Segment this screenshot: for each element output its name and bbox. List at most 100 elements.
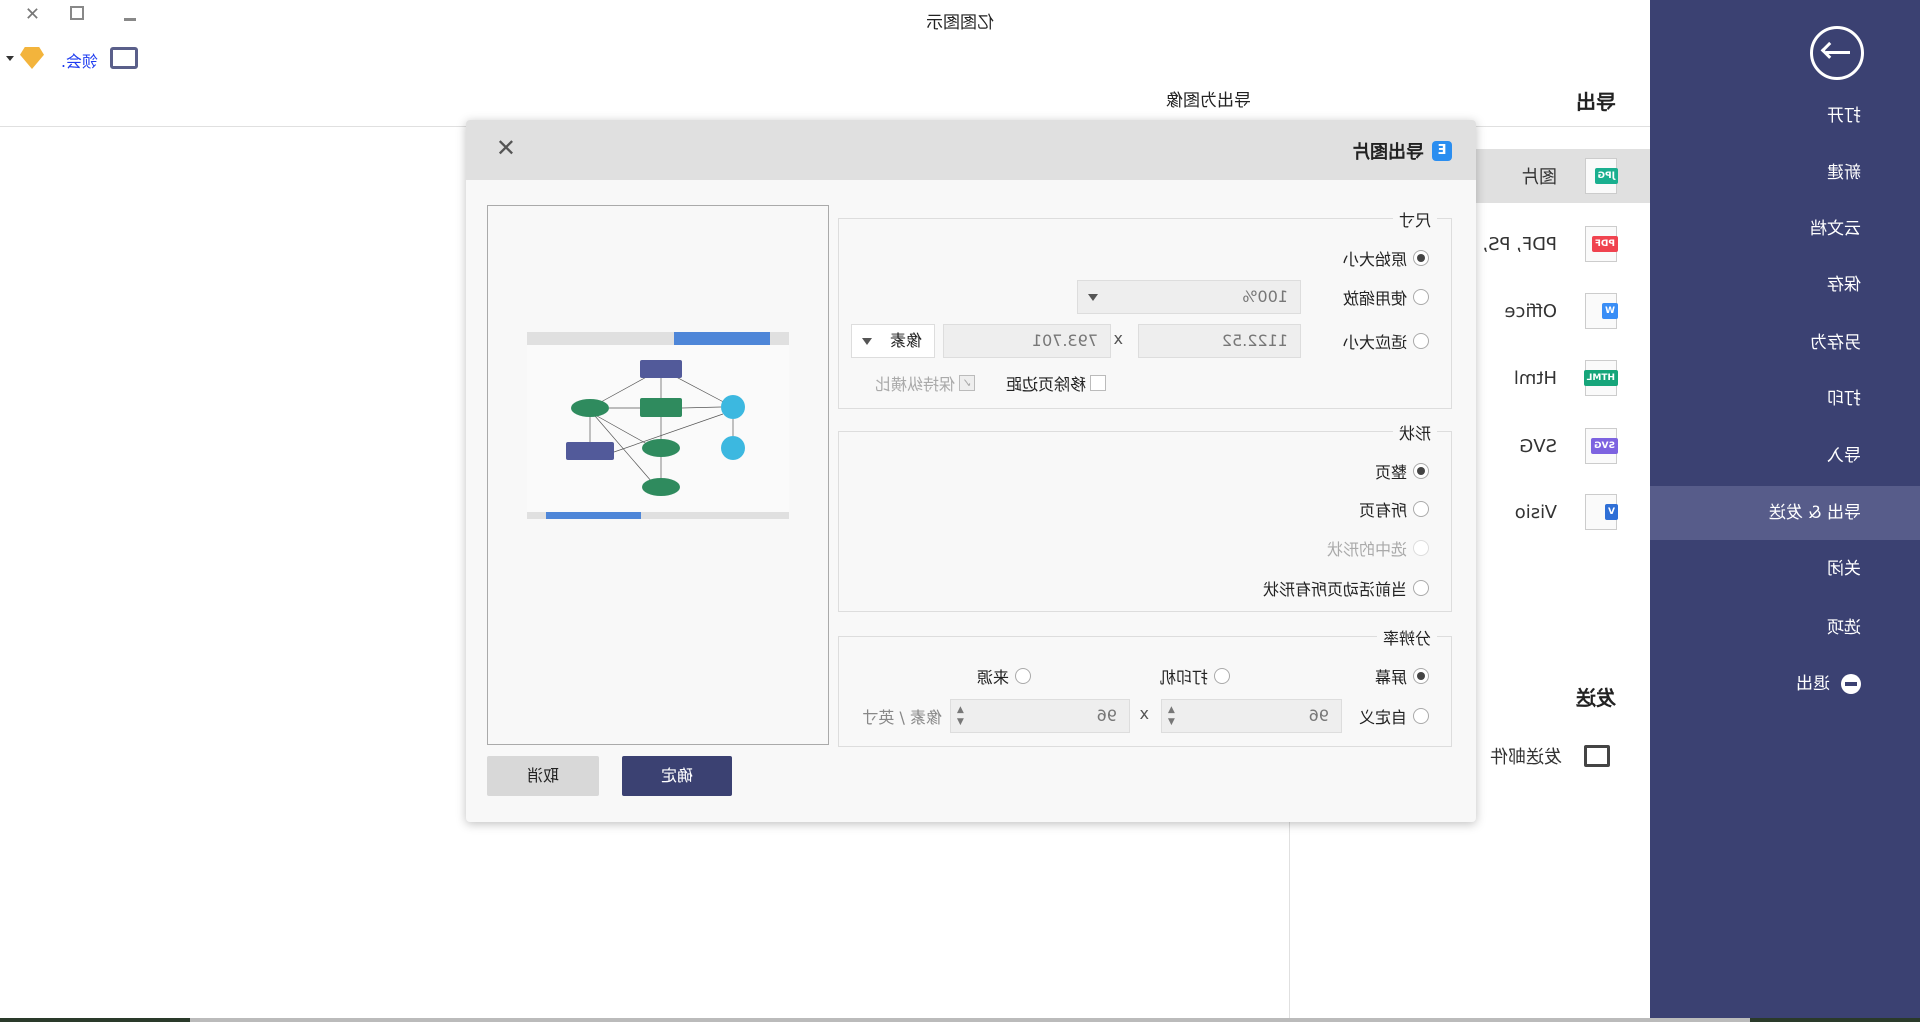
zoom-value: 100%: [1242, 287, 1288, 306]
pdf-file-icon: PDF: [1585, 226, 1618, 262]
resolution-printer-radio[interactable]: 打印机: [1160, 664, 1230, 688]
minus-circle-icon: [1841, 674, 1861, 694]
sidebar-item-export-send[interactable]: 导出 & 发送: [1650, 486, 1920, 540]
resolution-source-radio[interactable]: 来源: [977, 664, 1031, 688]
sidebar-item-open[interactable]: 打开: [1650, 89, 1920, 143]
size-zoom-radio[interactable]: 使用缩放: [1343, 285, 1429, 309]
preview-node: [721, 436, 745, 460]
preview-node: [640, 360, 682, 378]
sidebar-item-save-as[interactable]: 另存为: [1650, 316, 1920, 370]
minimize-icon[interactable]: [124, 18, 136, 21]
horizontal-scrollbar[interactable]: [190, 1018, 1750, 1022]
shape-whole-page-radio[interactable]: 整页: [1375, 459, 1429, 483]
width-input[interactable]: 1122.52: [1138, 324, 1301, 358]
back-arrow-icon[interactable]: [1810, 26, 1864, 80]
sidebar-item-cloud[interactable]: 云文档: [1650, 202, 1920, 256]
radio-label: 适应大小: [1342, 333, 1407, 352]
ok-button[interactable]: 确定: [622, 756, 732, 796]
chevron-down-icon: [862, 338, 872, 345]
preview-node: [640, 398, 682, 417]
radio-label: 所有页: [1358, 501, 1407, 520]
dpi-x-stepper[interactable]: 96 ▲ ▼: [1161, 699, 1342, 733]
jpg-file-icon: JPG: [1585, 158, 1618, 194]
chevron-down-icon: [1088, 294, 1098, 301]
shape-group-label: 形状: [1392, 420, 1437, 444]
times-label: x: [1139, 704, 1149, 723]
height-input[interactable]: 793.701: [943, 324, 1111, 358]
sidebar-item-exit[interactable]: 退出: [1650, 657, 1920, 711]
keep-ratio-checkbox[interactable]: ✓ 保持纵横比: [875, 371, 975, 395]
dpi-x-value: 96: [1308, 706, 1329, 725]
app-logo-icon: E: [1432, 141, 1452, 161]
sidebar-item-close[interactable]: 关闭: [1650, 542, 1920, 596]
sidebar-item-label: 退出: [1796, 674, 1830, 694]
export-subtitle: 导出为图像: [1166, 91, 1251, 111]
format-label: 图片: [1521, 167, 1557, 188]
preview-node: [642, 478, 680, 496]
export-heading: 导出: [1576, 90, 1616, 114]
preview-node: [642, 439, 680, 457]
zoom-select[interactable]: 100%: [1077, 280, 1301, 314]
radio-label: 整页: [1374, 463, 1407, 482]
close-icon[interactable]: ✕: [496, 134, 516, 162]
unit-select[interactable]: 像素: [851, 324, 935, 358]
export-image-dialog: E 导出图片 ✕ 尺寸 原始大小 使用缩放 100% 适应大小 1122.52 …: [466, 120, 1476, 822]
shape-all-pages-radio[interactable]: 所有页: [1359, 497, 1429, 521]
dpi-unit-label: 像素 / 英寸: [862, 708, 942, 727]
size-group-label: 尺寸: [1392, 207, 1437, 231]
sidebar-item-import[interactable]: 导入: [1650, 429, 1920, 483]
spinner-arrows-icon[interactable]: ▲ ▼: [957, 704, 964, 728]
format-label: Visio: [1514, 501, 1557, 523]
sidebar-item-print[interactable]: 打印: [1650, 372, 1920, 426]
dpi-y-stepper[interactable]: 96 ▲ ▼: [950, 699, 1130, 733]
visio-file-icon: V: [1585, 494, 1618, 530]
close-icon[interactable]: ✕: [25, 4, 40, 25]
svg-file-icon: SVG: [1585, 428, 1618, 464]
preview-node: [566, 442, 614, 460]
preview-top-tab: [674, 332, 770, 345]
dialog-title: 导出图片: [1352, 142, 1424, 163]
shape-selected-radio[interactable]: 选中的形状: [1327, 536, 1429, 560]
sidebar-item-options[interactable]: 选项: [1650, 601, 1920, 655]
shape-group: 形状 整页 所有页 选中的形状 当前活动页所有形状: [838, 420, 1452, 612]
format-label: SVG: [1519, 435, 1557, 457]
sidebar-item-new[interactable]: 新建: [1650, 146, 1920, 200]
sidebar: 打开 新建 云文档 保存 另存为 打印 导入 导出 & 发送 关闭 选项 退出: [1650, 0, 1920, 1018]
remove-margin-checkbox[interactable]: 移除页边距: [1006, 371, 1106, 395]
radio-label: 选中的形状: [1326, 540, 1407, 559]
format-label: Office: [1504, 300, 1557, 322]
vip-diamond-icon[interactable]: [20, 47, 44, 69]
size-group: 尺寸 原始大小 使用缩放 100% 适应大小 1122.52 x 793.701…: [838, 207, 1452, 409]
cancel-button[interactable]: 取消: [487, 756, 599, 796]
chat-icon[interactable]: [110, 47, 138, 69]
shape-active-page-radio[interactable]: 当前活动页所有形状: [1263, 576, 1429, 600]
spinner-arrows-icon[interactable]: ▲ ▼: [1168, 704, 1175, 728]
size-original-radio[interactable]: 原始大小: [1343, 246, 1429, 270]
preview-node: [571, 399, 609, 417]
radio-label: 当前活动页所有形状: [1262, 580, 1407, 599]
dropdown-caret-icon[interactable]: [6, 56, 14, 61]
export-preview: [487, 205, 829, 745]
checkbox-label: 移除页边距: [1005, 375, 1086, 394]
resolution-custom-radio[interactable]: 自定义: [1359, 704, 1429, 728]
radio-label: 屏幕: [1374, 668, 1407, 687]
resolution-screen-radio[interactable]: 屏幕: [1375, 664, 1429, 688]
dialog-header: E 导出图片 ✕: [466, 120, 1476, 180]
resolution-group-label: 分辨率: [1376, 625, 1437, 649]
html-file-icon: HTML: [1583, 360, 1618, 396]
unit-value: 像素: [889, 331, 922, 350]
resolution-group: 分辨率 屏幕 打印机 来源 自定义 96 ▲ ▼ x 96 ▲ ▼ 像素 / 英寸: [838, 625, 1452, 747]
restore-icon[interactable]: [70, 6, 84, 20]
sidebar-item-save[interactable]: 保存: [1650, 258, 1920, 312]
preview-bottom-tab: [546, 512, 641, 519]
dpi-y-value: 96: [1096, 706, 1117, 725]
size-fit-radio[interactable]: 适应大小: [1343, 329, 1429, 353]
account-link[interactable]: 领会.: [61, 48, 98, 72]
radio-label: 来源: [976, 668, 1009, 687]
preview-node: [721, 395, 745, 419]
send-heading: 发送: [1576, 686, 1616, 710]
send-email-label: 发送邮件: [1490, 747, 1562, 768]
radio-label: 原始大小: [1342, 250, 1407, 269]
checkbox-label: 保持纵横比: [874, 375, 955, 394]
times-label: x: [1113, 329, 1123, 348]
